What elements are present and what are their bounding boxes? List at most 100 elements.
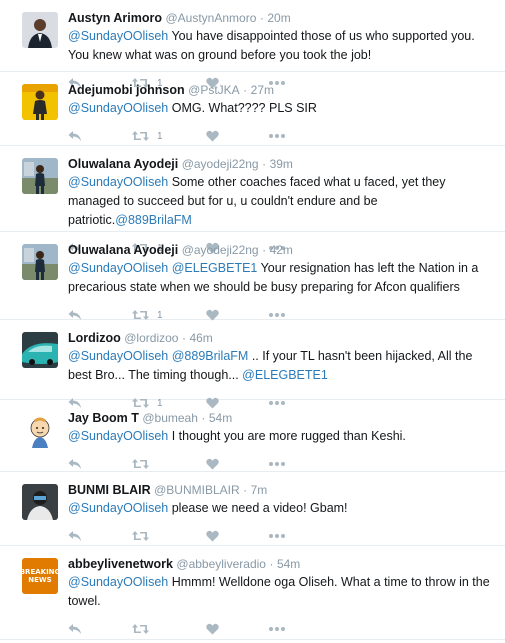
reply-button[interactable] bbox=[68, 530, 132, 542]
separator: · bbox=[181, 331, 186, 345]
user-name[interactable]: Oluwalana Ayodeji bbox=[68, 157, 178, 171]
retweet-icon bbox=[132, 623, 149, 635]
retweet-button[interactable]: 1 bbox=[132, 130, 206, 142]
user-name[interactable]: Jay Boom T bbox=[68, 411, 139, 425]
user-handle[interactable]: @bumeah bbox=[142, 411, 198, 425]
separator: · bbox=[201, 411, 206, 425]
retweet-icon bbox=[132, 130, 149, 142]
more-button[interactable] bbox=[268, 461, 286, 467]
tweet-header: BUNMI BLAIR @BUNMIBLAIR · 7m bbox=[68, 482, 493, 498]
timestamp[interactable]: 20m bbox=[267, 11, 290, 25]
avatar-text-line1: BREAKING bbox=[22, 568, 58, 576]
tweet-text: @SundayOOliseh @ELEGBETE1 Your resignati… bbox=[68, 259, 493, 297]
like-button[interactable] bbox=[206, 623, 268, 635]
reply-icon bbox=[68, 130, 82, 142]
tweet-item[interactable]: Adejumobi johnson @PstJKA · 27m @SundayO… bbox=[0, 72, 505, 146]
tweet-feed: Austyn Arimoro @AustynAnmoro · 20m @Sund… bbox=[0, 0, 505, 640]
avatar-text-line2: NEWS bbox=[28, 576, 52, 584]
retweet-button[interactable] bbox=[132, 623, 206, 635]
mention-link[interactable]: @889BrilaFM bbox=[172, 349, 249, 363]
like-button[interactable] bbox=[206, 458, 268, 470]
tweet-text: @SundayOOliseh Hmmm! Welldone oga Oliseh… bbox=[68, 573, 493, 611]
reply-icon bbox=[68, 623, 82, 635]
tweet-item[interactable]: BUNMI BLAIR @BUNMIBLAIR · 7m @SundayOOli… bbox=[0, 472, 505, 546]
like-button[interactable] bbox=[206, 130, 268, 142]
more-button[interactable] bbox=[268, 533, 286, 539]
tweet-item[interactable]: Lordizoo @lordizoo · 46m @SundayOOliseh … bbox=[0, 320, 505, 409]
mention-link[interactable]: @ELEGBETE1 bbox=[172, 261, 258, 275]
mention-link[interactable]: @SundayOOliseh bbox=[68, 501, 168, 515]
user-name[interactable]: abbeylivenetwork bbox=[68, 557, 173, 571]
mention-link[interactable]: @SundayOOliseh bbox=[68, 261, 168, 275]
user-handle[interactable]: @PstJKA bbox=[188, 83, 240, 97]
avatar[interactable] bbox=[22, 484, 58, 520]
reply-button[interactable] bbox=[68, 623, 132, 635]
user-handle[interactable]: @BUNMIBLAIR bbox=[154, 483, 240, 497]
more-button[interactable] bbox=[268, 312, 286, 318]
avatar[interactable] bbox=[22, 244, 58, 280]
like-icon bbox=[206, 530, 219, 542]
retweet-button[interactable] bbox=[132, 458, 206, 470]
user-name[interactable]: Austyn Arimoro bbox=[68, 11, 162, 25]
avatar[interactable] bbox=[22, 412, 58, 448]
retweet-button[interactable] bbox=[132, 530, 206, 542]
retweet-count: 1 bbox=[157, 309, 163, 321]
mention-link[interactable]: @SundayOOliseh bbox=[68, 349, 168, 363]
mention-link[interactable]: @ELEGBETE1 bbox=[242, 368, 328, 382]
timestamp[interactable]: 7m bbox=[251, 483, 268, 497]
timestamp[interactable]: 46m bbox=[189, 331, 212, 345]
tweet-text: @SundayOOliseh You have disappointed tho… bbox=[68, 27, 493, 65]
tweet-header: Jay Boom T @bumeah · 54m bbox=[68, 410, 493, 426]
user-handle[interactable]: @AustynAnmoro bbox=[165, 11, 256, 25]
tweet-header: Austyn Arimoro @AustynAnmoro · 20m bbox=[68, 10, 493, 26]
mention-link[interactable]: @SundayOOliseh bbox=[68, 575, 168, 589]
user-handle[interactable]: @ayodeji22ng bbox=[182, 243, 259, 257]
retweet-count: 1 bbox=[157, 130, 163, 142]
mention-link[interactable]: @889BrilaFM bbox=[115, 213, 192, 227]
user-name[interactable]: BUNMI BLAIR bbox=[68, 483, 151, 497]
user-handle[interactable]: @ayodeji22ng bbox=[182, 157, 259, 171]
tweet-item[interactable]: Oluwalana Ayodeji @ayodeji22ng · 39m @Su… bbox=[0, 146, 505, 254]
tweet-item[interactable]: Jay Boom T @bumeah · 54m @SundayOOliseh … bbox=[0, 400, 505, 472]
like-button[interactable] bbox=[206, 530, 268, 542]
tweet-header: Adejumobi johnson @PstJKA · 27m bbox=[68, 82, 493, 98]
retweet-icon bbox=[132, 530, 149, 542]
like-icon bbox=[206, 623, 219, 635]
more-icon bbox=[268, 461, 286, 467]
mention-link[interactable]: @SundayOOliseh bbox=[68, 29, 168, 43]
timestamp[interactable]: 54m bbox=[277, 557, 300, 571]
avatar[interactable] bbox=[22, 332, 58, 368]
reply-icon bbox=[68, 458, 82, 470]
avatar[interactable] bbox=[22, 84, 58, 120]
separator: · bbox=[262, 157, 267, 171]
timestamp[interactable]: 27m bbox=[251, 83, 274, 97]
timestamp[interactable]: 54m bbox=[209, 411, 232, 425]
tweet-text-segment: I thought you are more rugged than Keshi… bbox=[168, 429, 406, 443]
mention-link[interactable]: @SundayOOliseh bbox=[68, 429, 168, 443]
reply-button[interactable] bbox=[68, 458, 132, 470]
separator: · bbox=[269, 557, 274, 571]
timestamp[interactable]: 39m bbox=[270, 157, 293, 171]
tweet-item[interactable]: Oluwalana Ayodeji @ayodeji22ng · 42m @Su… bbox=[0, 232, 505, 321]
more-button[interactable] bbox=[268, 626, 286, 632]
user-handle[interactable]: @lordizoo bbox=[124, 331, 178, 345]
separator: · bbox=[243, 83, 248, 97]
reply-button[interactable] bbox=[68, 130, 132, 142]
mention-link[interactable]: @SundayOOliseh bbox=[68, 175, 168, 189]
separator: · bbox=[262, 243, 267, 257]
tweet-item[interactable]: BREAKING NEWS abbeylivenetwork @abbeyliv… bbox=[0, 546, 505, 640]
avatar[interactable] bbox=[22, 158, 58, 194]
tweet-text: @SundayOOliseh Some other coaches faced … bbox=[68, 173, 493, 230]
avatar[interactable] bbox=[22, 12, 58, 48]
avatar[interactable]: BREAKING NEWS bbox=[22, 558, 58, 594]
tweet-text: @SundayOOliseh please we need a video! G… bbox=[68, 499, 493, 518]
mention-link[interactable]: @SundayOOliseh bbox=[68, 101, 168, 115]
more-button[interactable] bbox=[268, 133, 286, 139]
user-name[interactable]: Lordizoo bbox=[68, 331, 121, 345]
timestamp[interactable]: 42m bbox=[270, 243, 293, 257]
user-name[interactable]: Oluwalana Ayodeji bbox=[68, 243, 178, 257]
user-name[interactable]: Adejumobi johnson bbox=[68, 83, 185, 97]
user-handle[interactable]: @abbeyliveradio bbox=[176, 557, 266, 571]
reply-icon bbox=[68, 530, 82, 542]
tweet-item[interactable]: Austyn Arimoro @AustynAnmoro · 20m @Sund… bbox=[0, 0, 505, 89]
